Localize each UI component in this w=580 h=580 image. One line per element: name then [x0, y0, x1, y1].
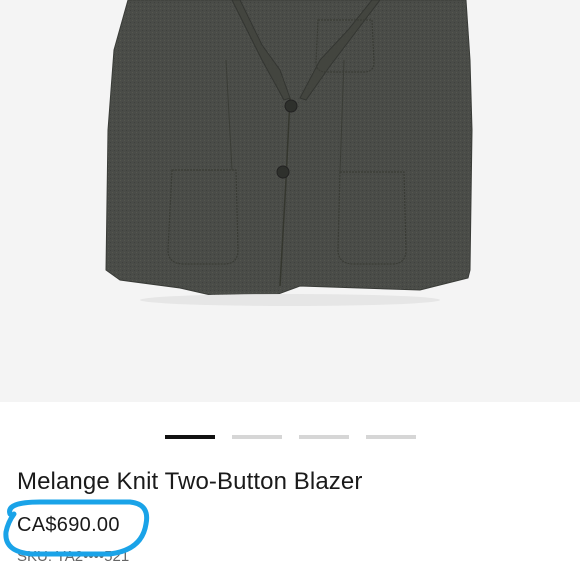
price-highlight-circle: [3, 499, 150, 557]
image-carousel-indicator: [0, 435, 580, 439]
blazer-illustration: [105, 0, 473, 306]
product-image[interactable]: [0, 0, 580, 402]
carousel-dot-4[interactable]: [366, 435, 416, 439]
product-title: Melange Knit Two-Button Blazer: [17, 468, 363, 495]
carousel-dot-1[interactable]: [165, 435, 215, 439]
lower-button: [276, 165, 290, 179]
blazer-body: [105, 0, 473, 301]
carousel-dot-2[interactable]: [232, 435, 282, 439]
carousel-dot-3[interactable]: [299, 435, 349, 439]
upper-button: [284, 99, 298, 113]
